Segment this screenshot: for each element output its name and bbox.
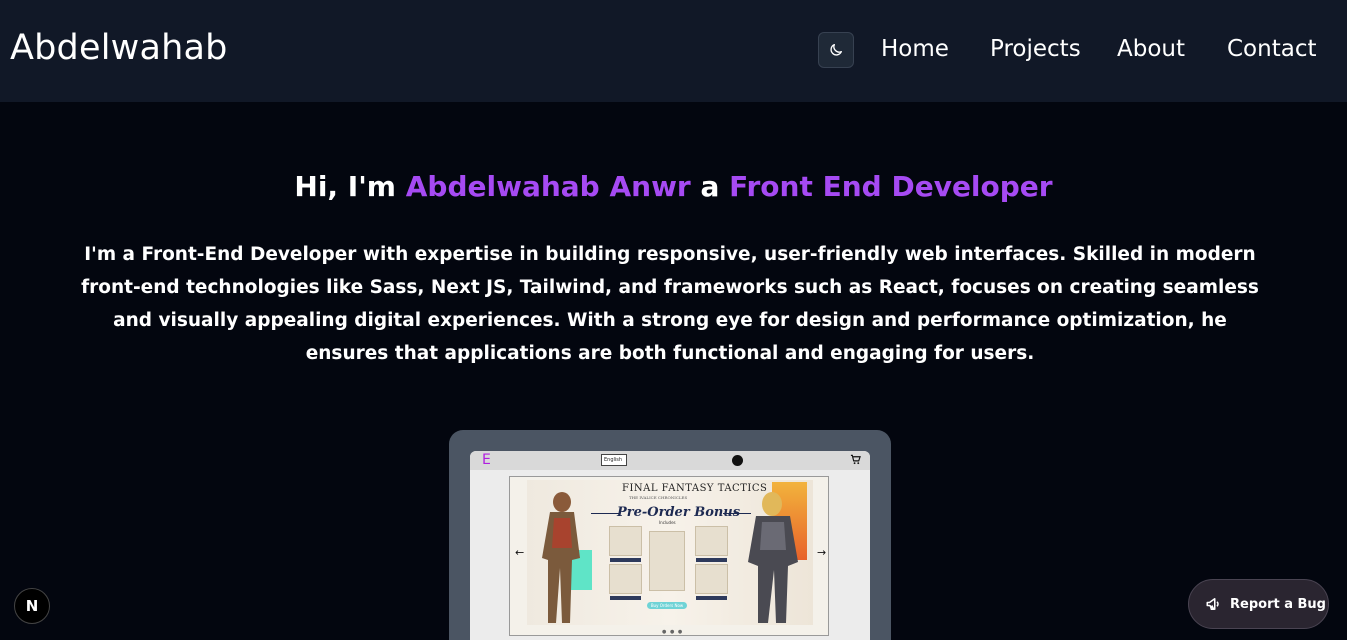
bonus-item-label (696, 558, 727, 562)
bonus-item (695, 526, 728, 556)
nav-link-home[interactable]: Home (881, 36, 949, 62)
bonus-item (609, 564, 642, 594)
bonus-item (695, 564, 728, 594)
preview-carousel-dots: ● ● ● (662, 629, 684, 635)
banner-subtitle: THE IVALICE CHRONICLES (629, 495, 688, 500)
preview-logo: E (482, 452, 491, 468)
banner-buy-button: Buy Orders Now (647, 602, 687, 609)
preview-arrow-left-icon: ← (515, 546, 525, 559)
preview-user-icon (732, 455, 743, 466)
hero-greeting: Hi, I'm (294, 170, 396, 203)
nav-link-about[interactable]: About (1117, 36, 1185, 62)
brand-logo[interactable]: Abdelwahab (10, 28, 228, 68)
preview-banner: FINAL FANTASY TACTICS THE IVALICE CHRONI… (527, 480, 813, 625)
banner-includes: Includes (659, 520, 676, 525)
banner-character-right (748, 492, 798, 623)
bonus-item-label (610, 558, 641, 562)
report-bug-button[interactable]: Report a Bug (1188, 579, 1329, 629)
hero-name: Abdelwahab Anwr (405, 170, 691, 203)
banner-title: FINAL FANTASY TACTICS (622, 483, 768, 494)
nextjs-dev-badge[interactable]: N (14, 588, 50, 624)
bonus-item (649, 531, 685, 591)
report-bug-label: Report a Bug (1230, 596, 1326, 612)
hero-description: I'm a Front-End Developer with expertise… (81, 244, 1259, 364)
nav-link-contact[interactable]: Contact (1227, 36, 1316, 62)
bonus-item-label (696, 596, 727, 600)
moon-icon (830, 44, 842, 56)
project-screenshot: E English ← FINAL FANTASY TACTICS THE IV… (470, 451, 870, 640)
preview-language-select: English (601, 454, 627, 466)
hero-title: Hi, I'm Abdelwahab Anwr a Front End Deve… (0, 170, 1347, 203)
hero-role: Front End Developer (729, 170, 1053, 203)
banner-divider-left (591, 513, 619, 514)
navbar: Abdelwahab Home Projects About Contact (0, 0, 1347, 102)
preview-cart-icon (850, 454, 861, 465)
banner-character-left (542, 492, 580, 623)
bonus-item-label (610, 596, 641, 600)
preview-banner-frame: ← FINAL FANTASY TACTICS THE IVALICE CHRO… (509, 476, 829, 636)
megaphone-icon (1206, 598, 1219, 610)
banner-bonus-title: Pre-Order Bonus (617, 505, 741, 520)
theme-toggle-button[interactable] (818, 32, 854, 68)
nav-link-projects[interactable]: Projects (990, 36, 1081, 62)
project-preview-card[interactable]: E English ← FINAL FANTASY TACTICS THE IV… (449, 430, 891, 640)
bonus-item (609, 526, 642, 556)
preview-arrow-right-icon: → (817, 546, 827, 559)
hero-connector: a (700, 170, 720, 203)
banner-divider-right (723, 513, 751, 514)
preview-topbar: E English (470, 451, 870, 470)
